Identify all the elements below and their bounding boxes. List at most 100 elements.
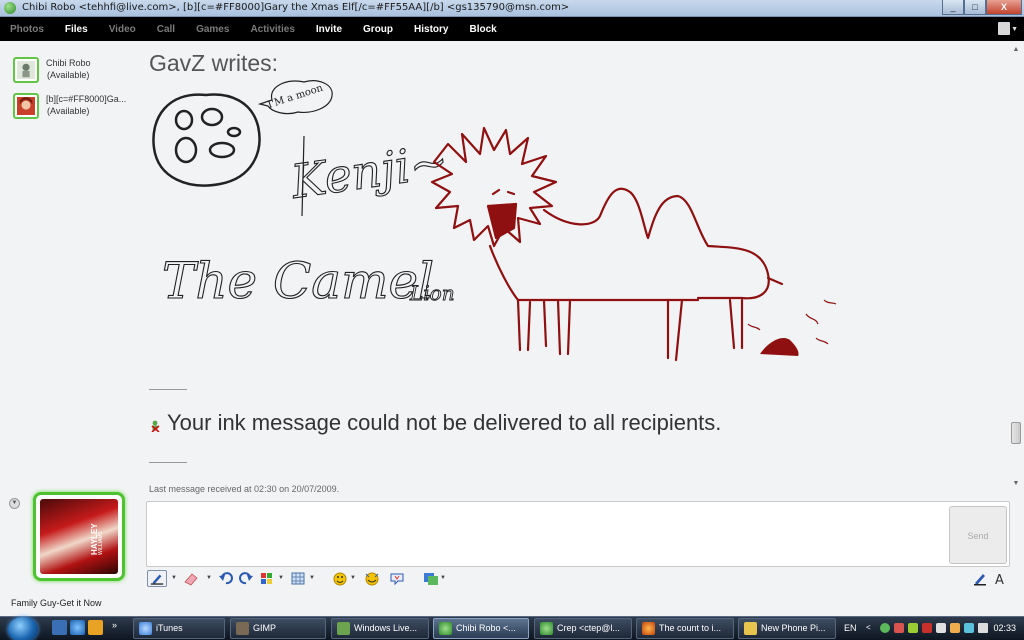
contact-item[interactable]: [b][c=#FF8000]Ga... (Available) (10, 90, 140, 126)
internet-explorer-icon[interactable] (70, 620, 85, 635)
volume-icon[interactable] (978, 623, 988, 633)
menu-video[interactable]: Video (109, 24, 136, 35)
message-sender: GavZ writes: (149, 50, 279, 76)
menu-bar: Photos Files Video Call Games Activities… (0, 17, 1024, 41)
menu-history[interactable]: History (414, 24, 448, 35)
contact-list: Chibi Robo (Available) [b][c=#FF8000]Ga.… (10, 54, 140, 126)
typing-mode-icon[interactable]: A (992, 570, 1008, 587)
maximize-button[interactable]: □ (964, 0, 986, 15)
tray-app-icon[interactable] (894, 623, 904, 633)
message-input[interactable] (146, 501, 1010, 567)
contact-name: [b][c=#FF8000]Ga... (46, 94, 127, 104)
nudge-icon[interactable] (389, 570, 405, 587)
background-grid-icon[interactable] (290, 570, 306, 587)
camel-lion-drawing (430, 126, 784, 362)
chevron-down-icon[interactable]: ▼ (1011, 26, 1018, 33)
menu-call[interactable]: Call (157, 24, 175, 35)
minimize-button[interactable]: _ (942, 0, 964, 15)
taskbar-item-chibi-robo[interactable]: Chibi Robo <... (433, 618, 529, 639)
menu-block[interactable]: Block (469, 24, 496, 35)
svg-text:A: A (995, 573, 1004, 587)
delivery-error-message: Your ink message could not be delivered … (167, 410, 722, 435)
messenger-tray-icon[interactable] (880, 623, 890, 633)
emoticon-icon[interactable] (332, 570, 350, 587)
eraser-icon[interactable] (182, 570, 200, 587)
conversation-scrollbar[interactable]: ▲ ▼ (1010, 44, 1022, 490)
media-player-icon[interactable] (88, 620, 103, 635)
taskbar-item-gimp[interactable]: GIMP (230, 618, 326, 639)
chevron-down-icon[interactable]: ▼ (350, 575, 356, 581)
taskbar-item-itunes[interactable]: iTunes (133, 618, 225, 639)
scroll-down-icon[interactable]: ▼ (1010, 478, 1022, 490)
handwriting-mode-icon[interactable] (972, 570, 988, 587)
tray-app-icon[interactable] (950, 623, 960, 633)
taskbar-item-explorer[interactable]: New Phone Pi... (738, 618, 836, 639)
menu-games[interactable]: Games (196, 24, 229, 35)
moon-drawing (152, 93, 261, 187)
start-button[interactable] (8, 617, 38, 640)
messenger-icon (4, 2, 16, 14)
taskbar-item-crep[interactable]: Crep <ctep@l... (534, 618, 632, 639)
window-title: Chibi Robo <tehhfi@live.com>, [b][c=#FF8… (22, 2, 570, 13)
contact-name: Chibi Robo (46, 58, 91, 68)
network-icon[interactable] (964, 623, 974, 633)
tray-app-icon[interactable] (908, 623, 918, 633)
menu-invite[interactable]: Invite (316, 24, 342, 35)
person-avatar-icon (17, 97, 35, 115)
contact-avatar[interactable] (13, 93, 39, 119)
tray-app-icon[interactable] (936, 623, 946, 633)
ink-drawing: I'M a moon Kenji~ The Camel Lion (152, 80, 837, 362)
tray-app-icon[interactable] (922, 623, 932, 633)
contact-avatar[interactable] (13, 57, 39, 83)
wink-icon[interactable] (362, 570, 382, 587)
contact-status: (Available) (47, 106, 90, 116)
kenji-ink-text: Kenji~ (287, 133, 451, 209)
chevron-down-icon[interactable]: ▼ (440, 575, 446, 581)
close-button[interactable]: X (986, 0, 1022, 15)
gimp-icon (236, 622, 249, 635)
undo-icon[interactable] (218, 570, 234, 587)
chevron-down-icon[interactable]: ▼ (171, 575, 177, 581)
menu-group[interactable]: Group (363, 24, 393, 35)
menu-files[interactable]: Files (65, 24, 88, 35)
language-indicator[interactable]: EN (844, 623, 857, 633)
color-palette-icon[interactable] (259, 570, 275, 587)
input-toolbar: ▼ ▼ ▼ ▼ ▼ ▼ A (146, 569, 1010, 589)
taskbar-item-firefox[interactable]: The count to i... (636, 618, 734, 639)
contact-status: (Available) (47, 70, 90, 80)
pen-icon[interactable] (147, 570, 167, 587)
scroll-thumb[interactable] (1011, 422, 1021, 444)
lion-ink-text: Lion (409, 281, 455, 305)
chevron-down-icon[interactable]: ▼ (309, 575, 315, 581)
divider (149, 389, 187, 390)
messenger-icon (540, 622, 553, 635)
show-desktop-icon[interactable] (52, 620, 67, 635)
display-picture-image: HAYLEY WILLIAMS (40, 499, 118, 574)
change-background-icon[interactable] (422, 570, 440, 587)
photo-gallery-icon (337, 622, 350, 635)
dung-drawing (760, 337, 799, 356)
taskbar-item-windows-live[interactable]: Windows Live... (331, 618, 429, 639)
show-hidden-icons[interactable]: < (866, 623, 876, 633)
my-display-picture[interactable]: HAYLEY WILLIAMS (33, 492, 125, 581)
more-quicklaunch-icon[interactable]: » (112, 620, 127, 635)
redo-icon[interactable] (238, 570, 254, 587)
send-button[interactable]: Send (949, 506, 1007, 564)
itunes-icon (139, 622, 152, 635)
fly-drawing (747, 299, 837, 345)
system-tray: EN < 02:33 (840, 618, 1024, 639)
show-menu-icon[interactable] (998, 22, 1010, 35)
contact-item[interactable]: Chibi Robo (Available) (10, 54, 140, 90)
collapse-picture-button[interactable]: ▼ (9, 498, 20, 509)
window-titlebar[interactable]: Chibi Robo <tehhfi@live.com>, [b][c=#FF8… (0, 0, 1024, 17)
moon-speech-text: I'M a moon (267, 83, 325, 111)
folder-icon (744, 622, 757, 635)
menu-photos[interactable]: Photos (10, 24, 44, 35)
menu-activities[interactable]: Activities (250, 24, 294, 35)
advertisement-link[interactable]: Family Guy-Get it Now (11, 598, 102, 608)
chevron-down-icon[interactable]: ▼ (278, 575, 284, 581)
clock[interactable]: 02:33 (993, 623, 1016, 633)
error-person-icon (151, 420, 160, 432)
scroll-up-icon[interactable]: ▲ (1010, 44, 1022, 56)
chevron-down-icon[interactable]: ▼ (206, 575, 212, 581)
